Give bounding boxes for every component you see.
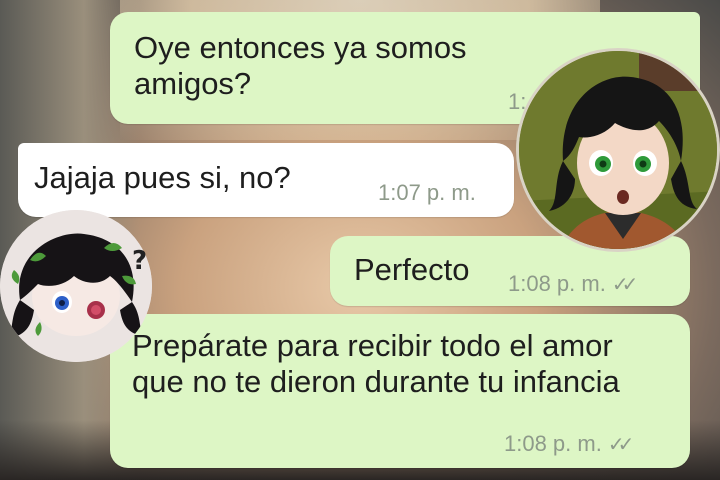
message-time: 1:07 p. m. [378, 180, 476, 205]
message-time: 1:08 p. m. [504, 431, 602, 456]
double-check-icon: ✓✓ [607, 434, 634, 456]
message-bubble-outgoing[interactable]: Prepárate para recibir todo el amor que … [110, 314, 690, 468]
avatar-sticker-left [0, 210, 152, 362]
message-bubble-incoming[interactable]: Jajaja pues si, no? 1:07 p. m. [18, 143, 514, 217]
message-timestamp: 1:08 p. m. ✓✓ [508, 271, 638, 297]
message-text: Jajaja pues si, no? [34, 160, 291, 195]
avatar-sticker-right [516, 48, 720, 252]
message-text: Prepárate para recibir todo el amor que … [132, 328, 620, 399]
message-timestamp: 1:08 p. m. ✓✓ [504, 431, 634, 457]
character-illustration [519, 51, 717, 249]
question-mark-overlay: ? [132, 246, 148, 276]
double-check-icon: ✓✓ [611, 274, 638, 296]
message-text: Oye entonces ya somos amigos? [134, 30, 467, 101]
message-time: 1:08 p. m. [508, 271, 606, 296]
character-illustration [0, 210, 152, 362]
message-text: Perfecto [354, 252, 470, 287]
message-timestamp: 1:07 p. m. [378, 181, 476, 205]
